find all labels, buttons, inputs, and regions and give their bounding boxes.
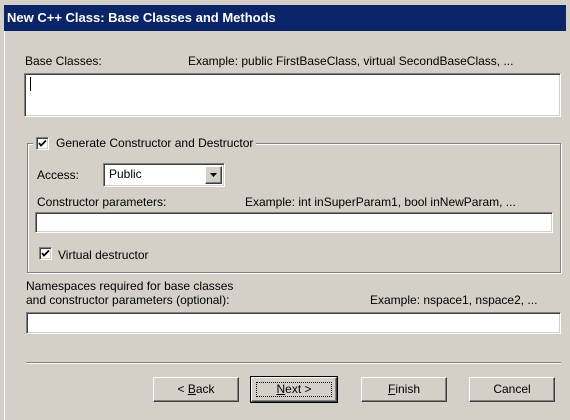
access-label: Access: (37, 168, 80, 182)
back-button[interactable]: < Back (153, 377, 239, 402)
check-icon (38, 139, 47, 147)
generate-ctor-dtor-header: Generate Constructor and Destructor (33, 135, 257, 151)
namespaces-example: Example: nspace1, nspace2, ... (370, 293, 538, 307)
virtual-dtor-label: Virtual destructor (58, 248, 149, 262)
ctor-params-example: Example: int inSuperParam1, bool inNewPa… (245, 195, 516, 209)
namespaces-label-line2: and constructor parameters (optional): (26, 293, 230, 307)
text-caret (30, 77, 31, 91)
base-classes-input[interactable] (24, 73, 561, 117)
base-classes-label: Base Classes: (25, 54, 102, 68)
access-dropdown-button[interactable] (205, 166, 222, 184)
wizard-page: Base Classes: Example: public FirstBaseC… (4, 31, 567, 420)
generate-ctor-dtor-label: Generate Constructor and Destructor (56, 136, 254, 150)
ctor-params-label: Constructor parameters: (37, 195, 167, 209)
chevron-down-icon (210, 173, 217, 177)
focus-rect (256, 382, 332, 397)
access-selected-value: Public (109, 167, 142, 181)
access-dropdown[interactable]: Public (103, 163, 225, 187)
finish-button[interactable]: Finish (361, 377, 447, 402)
check-icon (41, 249, 50, 257)
button-separator (26, 362, 561, 364)
next-button[interactable]: Next > (250, 376, 338, 403)
generate-ctor-dtor-checkbox[interactable] (36, 137, 49, 150)
ctor-params-input[interactable] (35, 212, 553, 233)
window-title: New C++ Class: Base Classes and Methods (7, 10, 276, 25)
base-classes-example: Example: public FirstBaseClass, virtual … (188, 54, 514, 68)
cancel-button[interactable]: Cancel (469, 377, 555, 402)
virtual-dtor-checkbox[interactable] (39, 247, 52, 260)
namespaces-input[interactable] (26, 312, 561, 334)
namespaces-label-line1: Namespaces required for base classes (26, 279, 234, 293)
title-bar: New C++ Class: Base Classes and Methods (4, 5, 566, 31)
